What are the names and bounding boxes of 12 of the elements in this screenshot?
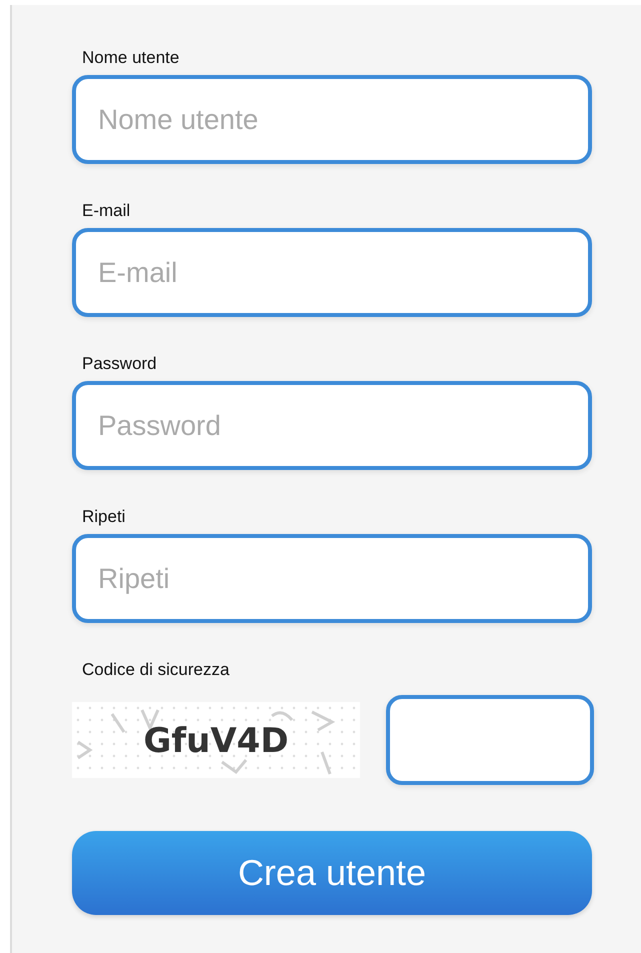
input-field[interactable]: Password (72, 381, 592, 470)
create-user-button[interactable]: Crea utente (72, 831, 592, 915)
captcha-input[interactable] (386, 695, 594, 785)
field-label: Ripeti (82, 506, 126, 528)
field-label: Nome utente (82, 47, 180, 69)
captcha-code: GfuV4D (143, 721, 289, 761)
input-field[interactable]: Nome utente (72, 75, 592, 164)
field-label: Password (82, 353, 158, 375)
field-label: Codice di sicurezza (82, 659, 230, 681)
field-label: E-mail (82, 200, 132, 222)
input-field[interactable]: Ripeti (72, 534, 592, 623)
input-field[interactable]: E-mail (72, 228, 592, 317)
